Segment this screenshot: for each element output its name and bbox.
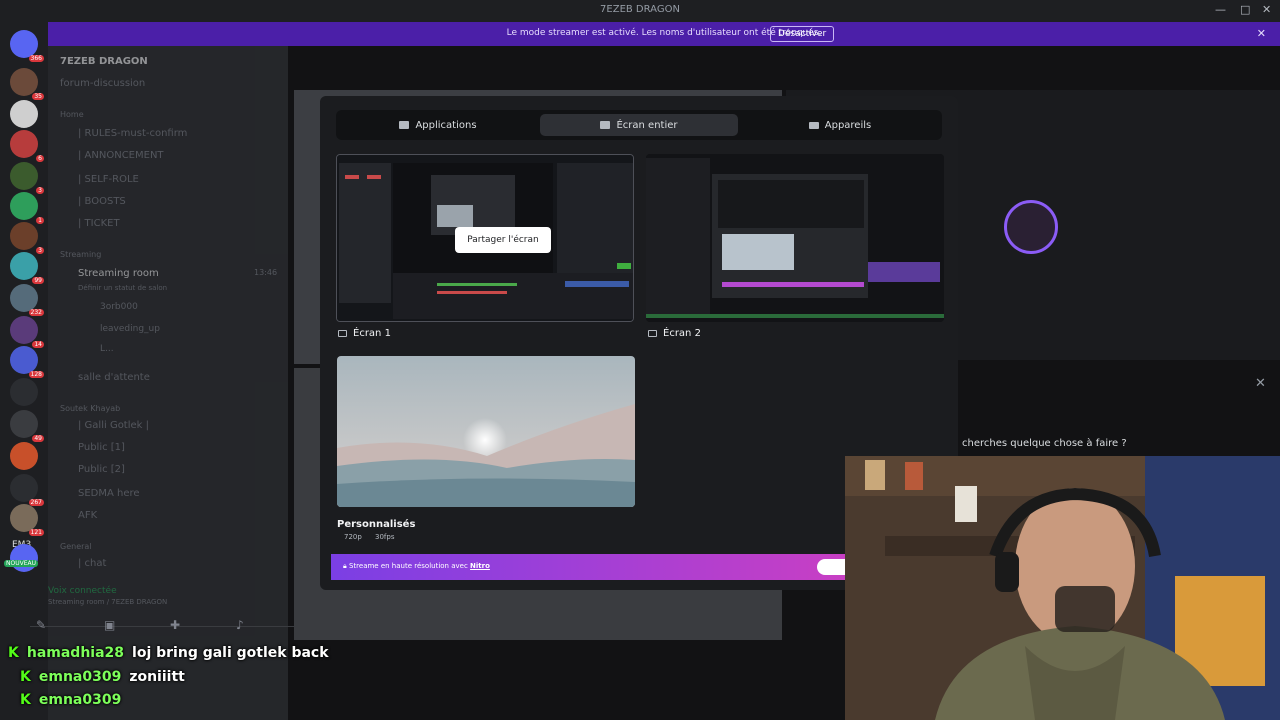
avatar (1004, 200, 1058, 254)
mute-icon[interactable]: ✎ (36, 618, 46, 632)
new-badge: NOUVEAU (4, 560, 38, 567)
server-icon[interactable] (10, 378, 38, 406)
channel-item[interactable]: | ANNONCEMENT (78, 150, 164, 161)
chat-message: Kemna0309 zoniiitt (20, 669, 185, 685)
server-icon[interactable]: 1 (10, 192, 44, 224)
channel-item[interactable]: | chat (78, 558, 106, 569)
category-label[interactable]: General (60, 542, 92, 551)
window-icon (399, 121, 410, 129)
activity-suggestion: cherches quelque chose à faire ? (962, 438, 1127, 449)
server-icon[interactable]: 3 (10, 162, 44, 194)
server-icon[interactable]: 232 (10, 284, 44, 316)
voice-controls: ✎ ▣ ✚ ♪ (8, 580, 298, 640)
server-icon[interactable]: 121 (10, 504, 44, 536)
camera-icon (808, 121, 819, 129)
window-title: 7EZEB DRAGON (600, 4, 680, 15)
server-icon[interactable]: 6 (10, 130, 44, 162)
minimize-button[interactable]: — (1215, 3, 1226, 16)
tab-entire-screen[interactable]: Écran entier (540, 114, 738, 136)
server-name[interactable]: 7EZEB DRAGON (60, 56, 148, 67)
activities-icon[interactable]: ✚ (170, 618, 180, 632)
webcam-feed (845, 456, 1280, 720)
maximize-button[interactable]: □ (1240, 3, 1250, 16)
channel-item[interactable]: forum-discussion (60, 78, 145, 89)
tab-applications[interactable]: Applications (340, 114, 536, 136)
webcam-overlay (845, 456, 1280, 720)
channel-item[interactable]: | BOOSTS (78, 196, 126, 207)
close-icon[interactable]: ✕ (1255, 376, 1266, 391)
screen-1-label: Écran 1 (338, 328, 391, 339)
custom-resolution: 720p (344, 533, 362, 541)
channel-status[interactable]: Définir un statut de salon (78, 284, 167, 292)
channel-item[interactable]: AFK (78, 510, 97, 521)
channel-item[interactable]: SEDMA here (78, 488, 140, 499)
server-icon[interactable]: 267 (10, 474, 44, 506)
channel-item[interactable]: Public [2] (78, 464, 125, 475)
tab-devices[interactable]: Appareils (742, 114, 938, 136)
server-icon[interactable]: 99 (10, 252, 44, 284)
channel-item-streaming-room[interactable]: Streaming room (78, 268, 159, 279)
voice-user[interactable]: 3orb000 (100, 302, 138, 312)
chat-user: hamadhia28 (26, 645, 125, 661)
nitro-link[interactable]: Nitro (470, 562, 490, 570)
server-icon[interactable]: 3 (10, 222, 44, 254)
monitor-icon (648, 330, 657, 337)
channel-item[interactable]: | TICKET (78, 218, 120, 229)
channel-item[interactable]: Public [1] (78, 442, 125, 453)
source-tabs: Applications Écran entier Appareils (336, 110, 942, 140)
screen-share-icon[interactable]: ▣ (104, 618, 115, 632)
nitro-upsell-bar[interactable]: 🔒︎ Streame en haute résolution avec Nitr… (331, 554, 857, 580)
voice-user[interactable]: leaveding_up (100, 324, 160, 334)
close-icon[interactable]: ✕ (1257, 27, 1266, 40)
chat-user: emna0309 (38, 669, 122, 685)
nitro-text: 🔒︎ Streame en haute résolution avec Nitr… (343, 562, 490, 570)
voice-user[interactable]: L... (100, 344, 114, 354)
chat-text: loj bring gali gotlek back (132, 645, 329, 661)
lock-icon: 🔒︎ (343, 562, 347, 570)
server-icon[interactable]: 128 (10, 346, 44, 378)
share-screen-button[interactable]: Partager l'écran (455, 227, 551, 253)
chat-message: Khamadhia28 loj bring gali gotlek back (8, 645, 329, 661)
screen-2-thumbnail[interactable] (646, 154, 944, 322)
server-icon[interactable] (10, 544, 38, 572)
server-icon[interactable]: 35 (10, 68, 44, 100)
close-button[interactable]: ✕ (1262, 3, 1271, 16)
chat-text: zoniiitt (129, 669, 185, 685)
screen-1-thumbnail[interactable]: Partager l'écran (336, 154, 634, 322)
kick-icon: K (20, 669, 31, 685)
monitor-icon (600, 121, 611, 129)
channel-time: 13:46 (254, 268, 278, 277)
channel-item[interactable]: | RULES-must-confirm (78, 128, 187, 139)
chat-user: emna0309 (38, 692, 122, 708)
channel-item[interactable]: salle d'attente (78, 372, 150, 383)
wallpaper-image (337, 356, 635, 507)
monitor-icon (338, 330, 347, 337)
screen-2-preview (646, 154, 944, 322)
home-server-icon[interactable]: 366 (10, 30, 44, 62)
kick-icon: K (8, 645, 19, 661)
screen-2-label: Écran 2 (648, 328, 701, 339)
custom-source-thumbnail[interactable] (337, 356, 635, 507)
soundboard-icon[interactable]: ♪ (236, 618, 244, 632)
banner-text: Le mode streamer est activé. Les noms d'… (506, 28, 822, 38)
custom-fps: 30fps (375, 533, 395, 541)
category-label[interactable]: Streaming (60, 250, 101, 259)
custom-title: Personnalisés (337, 519, 416, 530)
server-icon[interactable]: 14 (10, 316, 44, 348)
disable-streamer-button[interactable]: Désactiver (770, 26, 835, 42)
category-label[interactable]: Home (60, 110, 84, 119)
server-icon[interactable] (10, 442, 38, 470)
chat-message: Kemna0309 (20, 692, 129, 708)
category-label[interactable]: Soutek Khayab (60, 404, 120, 413)
kick-icon: K (20, 692, 31, 708)
streamer-mode-banner: Le mode streamer est activé. Les noms d'… (48, 22, 1280, 46)
channel-item[interactable]: | SELF-ROLE (78, 174, 139, 185)
channel-item[interactable]: | Galli Gotlek | (78, 420, 149, 431)
server-icon[interactable]: 49 (10, 410, 44, 442)
title-bar: 7EZEB DRAGON — □ ✕ (0, 0, 1280, 22)
server-icon[interactable] (10, 100, 38, 128)
